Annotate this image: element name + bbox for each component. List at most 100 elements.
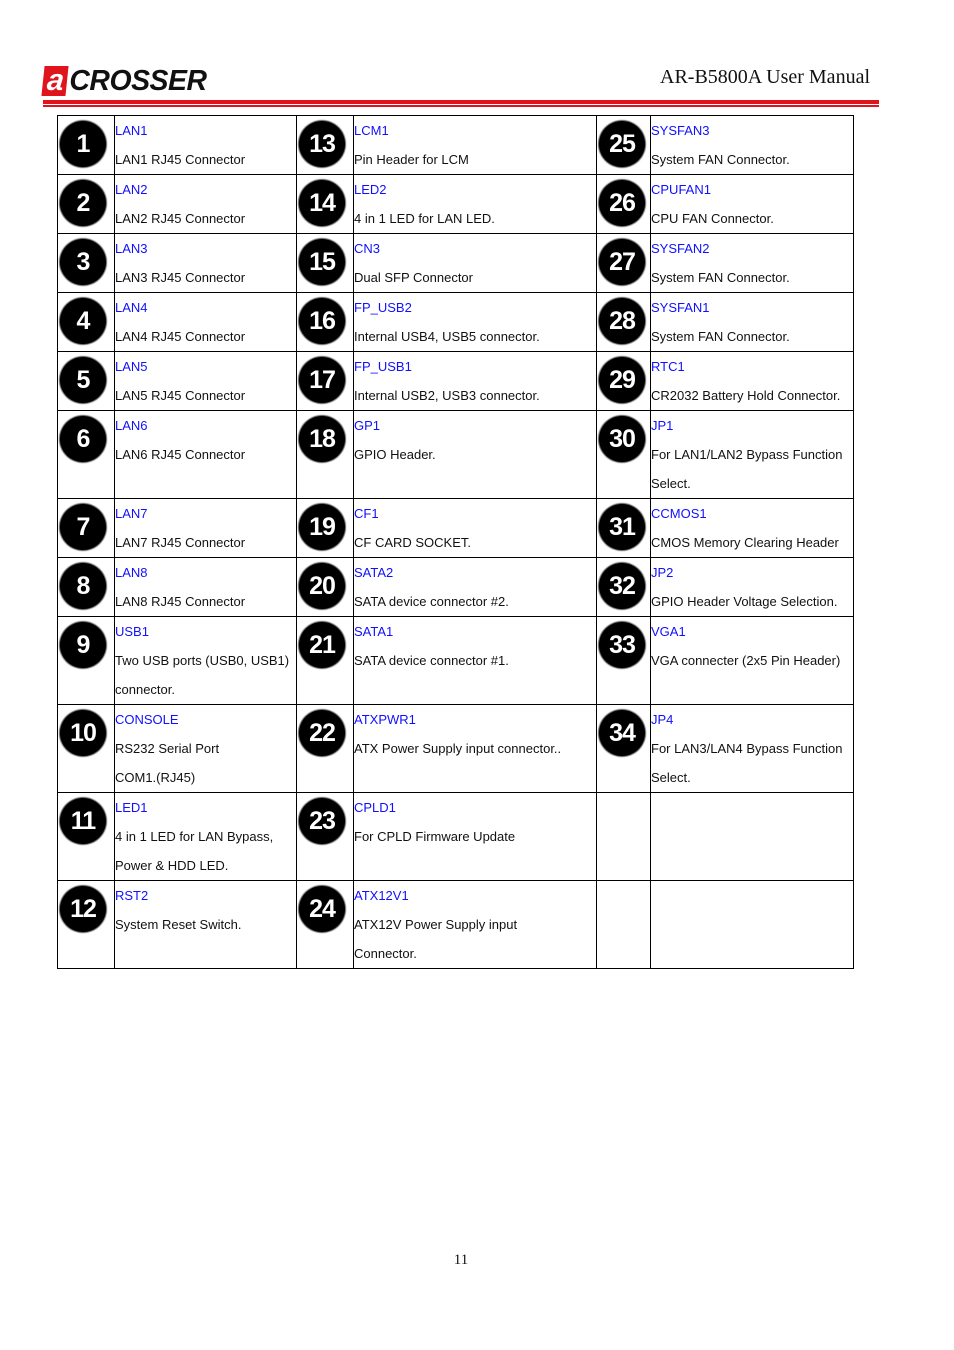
- connector-table: 1 LAN1 LAN1 RJ45 Connector 13 LCM1 Pin Header…: [57, 115, 854, 969]
- number-badge-icon: 18: [299, 416, 345, 462]
- connector-description: GPIO Header Voltage Selection.: [651, 594, 838, 609]
- connector-label: JP2: [651, 565, 674, 580]
- table-row: 3 LAN3 LAN3 RJ45 Connector 15 CN3 Dual SFP Co…: [57, 233, 854, 293]
- connector-description: System FAN Connector.: [651, 152, 790, 167]
- number-cell: 19: [296, 498, 354, 558]
- connector-description: Power & HDD LED.: [115, 858, 229, 873]
- number-cell: 2: [57, 174, 115, 234]
- table-row: 9 USB1 Two USB ports (USB0, USB1) connector…: [57, 616, 854, 705]
- number-badge-icon: 33: [599, 622, 645, 668]
- number-badge-icon: 13: [299, 121, 345, 167]
- description-cell: JP2 GPIO Header Voltage Selection.: [650, 557, 854, 617]
- connector-label: LCM1: [354, 123, 389, 138]
- number-cell: 18: [296, 410, 354, 499]
- connector-label: LED2: [354, 182, 387, 197]
- description-cell: USB1 Two USB ports (USB0, USB1) connector.: [114, 616, 297, 705]
- connector-description: System FAN Connector.: [651, 329, 790, 344]
- number-cell: 10: [57, 704, 115, 793]
- number-badge-icon: 21: [299, 622, 345, 668]
- number-cell: 21: [296, 616, 354, 705]
- connector-description: System FAN Connector.: [651, 270, 790, 285]
- number-cell: 24: [296, 880, 354, 969]
- table-row: 5 LAN5 LAN5 RJ45 Connector 17 FP_USB1 Interna…: [57, 351, 854, 411]
- number-badge-icon: 34: [599, 710, 645, 756]
- description-cell: LAN7 LAN7 RJ45 Connector: [114, 498, 297, 558]
- description-cell: CCMOS1 CMOS Memory Clearing Header: [650, 498, 854, 558]
- number-cell: [596, 880, 651, 969]
- connector-label: CCMOS1: [651, 506, 707, 521]
- number-cell: 1: [57, 115, 115, 175]
- description-cell: LAN8 LAN8 RJ45 Connector: [114, 557, 297, 617]
- number-cell: 11: [57, 792, 115, 881]
- connector-description: Connector.: [354, 946, 417, 961]
- number-cell: 23: [296, 792, 354, 881]
- number-cell: 28: [596, 292, 651, 352]
- description-cell: CONSOLE RS232 Serial Port COM1.(RJ45): [114, 704, 297, 793]
- connector-description: ATX12V Power Supply input: [354, 917, 518, 932]
- number-badge-icon: 31: [599, 504, 645, 550]
- connector-label: ATXPWR1: [354, 712, 416, 727]
- page-number: 11: [453, 1252, 469, 1268]
- connector-label: USB1: [115, 624, 149, 639]
- number-badge-icon: 14: [299, 180, 345, 226]
- number-badge-icon: 20: [299, 563, 345, 609]
- connector-label: GP1: [354, 418, 381, 433]
- number-cell: 9: [57, 616, 115, 705]
- description-cell: FP_USB1 Internal USB2, USB3 connector.: [353, 351, 597, 411]
- number-cell: 20: [296, 557, 354, 617]
- connector-description: Internal USB2, USB3 connector.: [354, 388, 540, 403]
- number-badge-icon: 19: [299, 504, 345, 550]
- connector-label: SATA1: [354, 624, 394, 639]
- connector-description: CR2032 Battery Hold Connector.: [651, 388, 841, 403]
- number-badge-icon: 9: [60, 622, 106, 668]
- connector-description: CMOS Memory Clearing Header: [651, 535, 839, 550]
- connector-description: Select.: [651, 770, 691, 785]
- connector-description: LAN2 RJ45 Connector: [115, 211, 246, 226]
- number-cell: 29: [596, 351, 651, 411]
- number-badge-icon: 17: [299, 357, 345, 403]
- number-cell: 31: [596, 498, 651, 558]
- description-cell: LAN6 LAN6 RJ45 Connector: [114, 410, 297, 499]
- number-badge-icon: 22: [299, 710, 345, 756]
- connector-label: CPLD1: [354, 800, 396, 815]
- description-cell: VGA1 VGA connecter (2x5 Pin Header): [650, 616, 854, 705]
- number-badge-icon: 29: [599, 357, 645, 403]
- connector-description: System Reset Switch.: [115, 917, 242, 932]
- number-badge-icon: 24: [299, 886, 345, 932]
- number-cell: 6: [57, 410, 115, 499]
- connector-description: ATX Power Supply input connector..: [354, 741, 562, 756]
- connector-description: LAN7 RJ45 Connector: [115, 535, 246, 550]
- table-row: 12 RST2 System Reset Switch. 24 ATX12V1 ATX12…: [57, 880, 854, 969]
- number-badge-icon: 23: [299, 798, 345, 844]
- description-cell: [650, 880, 854, 969]
- description-cell: RST2 System Reset Switch.: [114, 880, 297, 969]
- connector-description: connector.: [115, 682, 175, 697]
- number-badge-icon: 3: [60, 239, 106, 285]
- number-cell: 32: [596, 557, 651, 617]
- connector-description: Internal USB4, USB5 connector.: [354, 329, 540, 344]
- number-cell: 14: [296, 174, 354, 234]
- connector-label: LAN6: [115, 418, 148, 433]
- number-cell: 3: [57, 233, 115, 293]
- description-cell: GP1 GPIO Header.: [353, 410, 597, 499]
- number-cell: 33: [596, 616, 651, 705]
- connector-description: Two USB ports (USB0, USB1): [115, 653, 290, 668]
- header-rule: [43, 100, 879, 104]
- number-cell: 16: [296, 292, 354, 352]
- number-badge-icon: 7: [60, 504, 106, 550]
- number-badge-icon: 26: [599, 180, 645, 226]
- connector-description: LAN3 RJ45 Connector: [115, 270, 246, 285]
- number-cell: 17: [296, 351, 354, 411]
- description-cell: LAN3 LAN3 RJ45 Connector: [114, 233, 297, 293]
- table-row: 7 LAN7 LAN7 RJ45 Connector 19 CF1 CF CARD SOC…: [57, 498, 854, 558]
- table-row: 6 LAN6 LAN6 RJ45 Connector 18 GP1 GPIO Header…: [57, 410, 854, 499]
- connector-label: SYSFAN2: [651, 241, 710, 256]
- number-badge-icon: 1: [60, 121, 106, 167]
- number-badge-icon: 25: [599, 121, 645, 167]
- connector-label: LED1: [115, 800, 148, 815]
- connector-description: VGA connecter (2x5 Pin Header): [651, 653, 841, 668]
- connector-description: LAN8 RJ45 Connector: [115, 594, 246, 609]
- description-cell: LED1 4 in 1 LED for LAN Bypass, Power & HD…: [114, 792, 297, 881]
- description-cell: JP4 For LAN3/LAN4 Bypass Function Select.: [650, 704, 854, 793]
- connector-description: CPU FAN Connector.: [651, 211, 774, 226]
